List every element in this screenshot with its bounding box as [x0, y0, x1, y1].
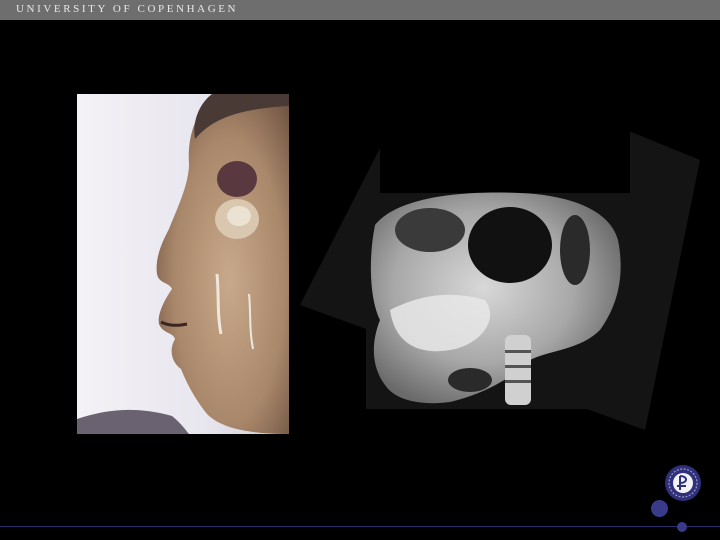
header-bar: UNIVERSITY OF COPENHAGEN — [0, 0, 720, 20]
footer-line — [0, 526, 720, 527]
university-title: UNIVERSITY OF COPENHAGEN — [16, 3, 239, 15]
skull-xray — [300, 50, 700, 430]
decorative-dot-large — [651, 500, 668, 517]
clinical-photo — [77, 94, 289, 434]
decorative-dot-small — [677, 522, 687, 532]
university-seal-icon — [664, 464, 702, 502]
